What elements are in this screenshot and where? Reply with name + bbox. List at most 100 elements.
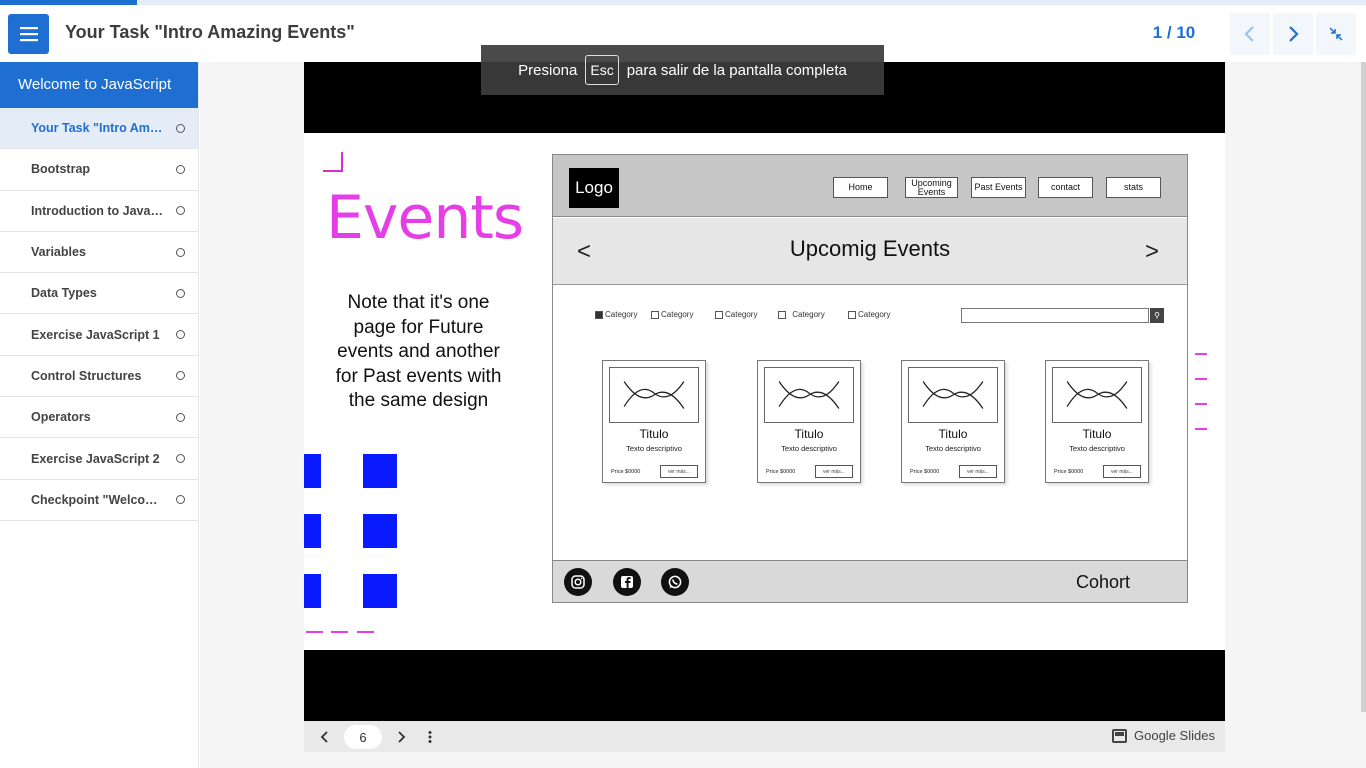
mockup-card-price: Price $0000 xyxy=(910,469,940,475)
slide-number[interactable]: 6 xyxy=(344,725,382,749)
hamburger-icon xyxy=(19,27,38,42)
more-options-button[interactable] xyxy=(421,728,439,746)
mockup-card-desc: Texto descriptivo xyxy=(1069,444,1125,453)
content-scrollbar[interactable] xyxy=(1361,62,1366,712)
chevron-left-icon xyxy=(1244,26,1254,42)
pink-dash xyxy=(331,631,348,633)
mockup-card-more-button: ver más... xyxy=(1103,465,1141,478)
status-circle-icon xyxy=(176,495,185,505)
mockup-card-desc: Texto descriptivo xyxy=(925,444,981,453)
sidebar-item[interactable]: Checkpoint "Welcome to JavaScript" xyxy=(0,480,198,521)
sidebar-item[interactable]: Bootstrap xyxy=(0,149,198,191)
previous-slide-button[interactable] xyxy=(316,728,334,746)
checkbox xyxy=(651,310,659,319)
mockup-footer-label: Cohort xyxy=(1076,572,1131,592)
next-page-button[interactable] xyxy=(1273,13,1313,55)
sidebar-item[interactable]: Control Structures xyxy=(0,356,198,398)
sidebar-item-label: Introduction to JavaScript xyxy=(31,203,166,218)
mockup-event-card: Titulo Texto descriptivo Price $0000 ver má… xyxy=(757,360,861,483)
blue-square xyxy=(304,454,321,488)
sidebar-item[interactable]: Exercise JavaScript 2 xyxy=(0,438,198,480)
pink-dash xyxy=(357,631,374,633)
status-circle-icon xyxy=(176,454,185,464)
whatsapp-icon xyxy=(661,568,689,596)
checkbox-checked xyxy=(595,310,603,319)
pink-dash xyxy=(1195,403,1207,405)
slide: Events Note that it's one page for Futur… xyxy=(304,133,1225,650)
status-circle-icon xyxy=(176,123,185,133)
google-slides-link[interactable]: Google Slides xyxy=(1112,728,1215,743)
mockup-navbar: Logo Home Upcoming Events Past Events co… xyxy=(553,155,1187,217)
esc-key-badge: Esc xyxy=(585,55,619,85)
placeholder-image-icon xyxy=(764,367,854,423)
sidebar-item-label: Data Types xyxy=(31,286,97,301)
status-circle-icon xyxy=(176,371,185,381)
slide-heading: Events xyxy=(326,183,524,253)
menu-button[interactable] xyxy=(8,14,49,54)
blue-square xyxy=(304,514,321,548)
sidebar-item-label: Exercise JavaScript 1 xyxy=(31,327,160,342)
mockup-event-card: Titulo Texto descriptivo Price $0000 ver má… xyxy=(1045,360,1149,483)
mockup-hero: < Upcomig Events > xyxy=(553,218,1187,285)
mockup-category: Category xyxy=(595,310,637,319)
sidebar-item-label: Control Structures xyxy=(31,368,142,383)
mockup-search-button: ⚲ xyxy=(1150,308,1164,323)
course-sidebar: Welcome to JavaScript Your Task "Intro A… xyxy=(0,62,199,768)
chevron-right-icon xyxy=(398,731,406,743)
mockup-category: Category xyxy=(651,310,693,319)
slides-control-bar: 6 Google Slides xyxy=(304,721,1225,752)
pink-dash xyxy=(1195,353,1207,355)
mockup-event-card: Titulo Texto descriptivo Price $0000 ver má… xyxy=(901,360,1005,483)
status-circle-icon xyxy=(176,206,185,216)
mockup-card-desc: Texto descriptivo xyxy=(626,444,682,453)
slide-note: Note that it's one page for Future event… xyxy=(335,292,502,411)
mockup-logo: Logo xyxy=(569,168,619,208)
mockup-nav-home: Home xyxy=(833,177,888,198)
sidebar-list: Your Task "Intro Amazing Events" Bootstra… xyxy=(0,108,198,521)
status-circle-icon xyxy=(176,288,185,298)
mockup-card-price: Price $0000 xyxy=(766,469,796,475)
checkbox xyxy=(778,310,786,319)
placeholder-image-icon xyxy=(609,367,699,423)
google-slides-label: Google Slides xyxy=(1134,728,1215,743)
sidebar-item[interactable]: Your Task "Intro Amazing Events" xyxy=(0,108,198,150)
sidebar-item-label: Bootstrap xyxy=(31,162,91,177)
sidebar-item[interactable]: Exercise JavaScript 1 xyxy=(0,314,198,356)
status-circle-icon xyxy=(176,164,185,174)
blue-square xyxy=(304,574,321,608)
mockup-category: Category xyxy=(778,310,825,319)
facebook-icon xyxy=(613,568,641,596)
sidebar-item[interactable]: Data Types xyxy=(0,273,198,315)
placeholder-image-icon xyxy=(1052,367,1142,423)
mockup-card-more-button: ver más... xyxy=(815,465,853,478)
chevron-left-icon xyxy=(320,731,328,743)
instagram-icon xyxy=(564,568,592,596)
mockup-category-label: Category xyxy=(605,310,638,319)
sidebar-module-header[interactable]: Welcome to JavaScript xyxy=(0,62,198,108)
sidebar-item[interactable]: Operators xyxy=(0,397,198,439)
fullscreen-toast: Presiona Esc para salir de la pantalla c… xyxy=(481,45,884,95)
blue-square xyxy=(363,574,397,608)
sidebar-item-label: Variables xyxy=(31,245,86,260)
sidebar-item[interactable]: Variables xyxy=(0,232,198,274)
mockup-card-title: Titulo xyxy=(794,427,824,441)
sidebar-item-label: Operators xyxy=(31,410,91,425)
wireframe-mockup: Logo Home Upcoming Events Past Events co… xyxy=(552,154,1188,603)
previous-page-button[interactable] xyxy=(1230,13,1270,55)
mockup-next-arrow: > xyxy=(1145,238,1160,265)
slides-icon xyxy=(1112,728,1127,743)
sidebar-item[interactable]: Introduction to JavaScript xyxy=(0,191,198,232)
pink-dash xyxy=(306,631,323,633)
placeholder-image-icon xyxy=(908,367,998,423)
mockup-card-title: Titulo xyxy=(1082,427,1112,441)
status-circle-icon xyxy=(176,330,185,340)
exit-fullscreen-button[interactable] xyxy=(1316,13,1356,55)
sidebar-item-label: Exercise JavaScript 2 xyxy=(31,451,160,466)
mockup-card-more-button: ver más... xyxy=(959,465,997,478)
more-vertical-icon xyxy=(428,731,432,743)
mockup-card-title: Titulo xyxy=(938,427,968,441)
toast-text-after: para salir de la pantalla completa xyxy=(626,61,847,79)
next-slide-button[interactable] xyxy=(392,728,410,746)
status-circle-icon xyxy=(176,247,185,257)
page-title: Your Task "Intro Amazing Events" xyxy=(65,22,355,42)
